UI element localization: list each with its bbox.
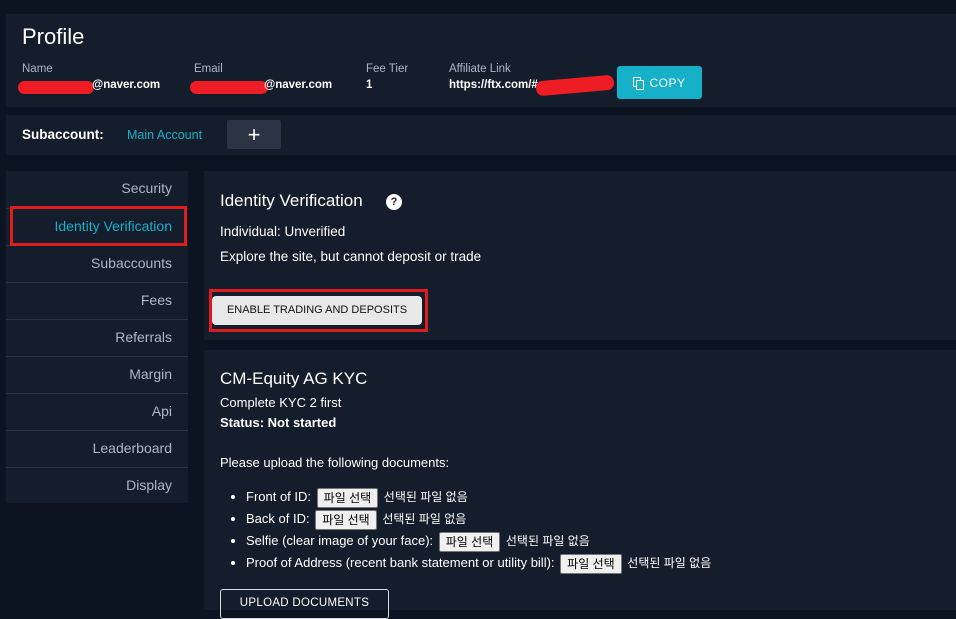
file-status: 선택된 파일 없음 — [383, 490, 468, 504]
identity-status: Individual: Unverified — [220, 224, 346, 239]
copy-button[interactable]: COPY — [617, 66, 702, 99]
affiliate-link-label: Affiliate Link — [449, 63, 511, 75]
document-list: Front of ID: 파일 선택 선택된 파일 없음 Back of ID:… — [230, 486, 711, 574]
affiliate-link-value: https://ftx.com/#a — [449, 79, 545, 91]
document-label: Back of ID: — [246, 511, 310, 526]
main-account-link[interactable]: Main Account — [127, 128, 202, 142]
kyc-title: CM-Equity AG KYC — [220, 369, 368, 388]
file-status: 선택된 파일 없음 — [627, 556, 712, 570]
list-item: Selfie (clear image of your face): 파일 선택… — [246, 530, 711, 552]
list-item: Front of ID: 파일 선택 선택된 파일 없음 — [246, 486, 711, 508]
kyc-status: Status: Not started — [220, 415, 337, 430]
email-value: @naver.com — [264, 79, 333, 91]
identity-title: Identity Verification — [220, 191, 363, 210]
help-icon[interactable]: ? — [386, 194, 402, 210]
profile-card: Profile Name @naver.com Email @naver.com… — [6, 14, 956, 107]
front-id-file-button[interactable]: 파일 선택 — [316, 487, 379, 508]
sidebar-item-display[interactable]: Display — [6, 467, 188, 503]
subaccount-label: Subaccount: — [22, 127, 104, 142]
kyc-card: CM-Equity AG KYC Complete KYC 2 first St… — [204, 350, 956, 619]
copy-label: COPY — [649, 75, 686, 90]
sidebar-item-subaccounts[interactable]: Subaccounts — [6, 245, 188, 281]
name-label: Name — [22, 63, 53, 75]
sidebar-item-referrals[interactable]: Referrals — [6, 319, 188, 355]
enable-trading-deposits-button[interactable]: ENABLE TRADING AND DEPOSITS — [212, 296, 422, 325]
sidebar-item-security[interactable]: Security — [6, 171, 188, 207]
name-redaction — [18, 81, 94, 94]
copy-icon — [633, 77, 645, 90]
kyc-subtitle: Complete KYC 2 first — [220, 395, 342, 410]
sidebar-item-fees[interactable]: Fees — [6, 282, 188, 318]
selfie-file-button[interactable]: 파일 선택 — [438, 531, 501, 552]
name-value: @naver.com — [92, 79, 161, 91]
file-status: 선택된 파일 없음 — [382, 512, 467, 526]
sidebar: Security Identity Verification Subaccoun… — [6, 171, 188, 503]
proof-address-file-button[interactable]: 파일 선택 — [560, 553, 622, 574]
fee-tier-value: 1 — [366, 79, 373, 91]
file-status: 선택된 파일 없음 — [505, 534, 590, 548]
list-item: Proof of Address (recent bank statement … — [246, 552, 711, 574]
page-title: Profile — [22, 24, 85, 49]
document-label: Front of ID: — [246, 489, 312, 504]
kyc-instructions: Please upload the following documents: — [220, 455, 450, 470]
sidebar-item-api[interactable]: Api — [6, 393, 188, 429]
fee-tier-label: Fee Tier — [366, 63, 409, 75]
list-item: Back of ID: 파일 선택 선택된 파일 없음 — [246, 508, 711, 530]
email-label: Email — [194, 63, 223, 75]
sidebar-item-margin[interactable]: Margin — [6, 356, 188, 392]
back-id-file-button[interactable]: 파일 선택 — [315, 509, 377, 530]
subaccount-bar: Subaccount: Main Account + — [6, 115, 956, 155]
sidebar-item-identity-verification[interactable]: Identity Verification — [6, 208, 188, 244]
document-label: Proof of Address (recent bank statement … — [246, 555, 555, 570]
identity-description: Explore the site, but cannot deposit or … — [220, 249, 482, 264]
sidebar-item-leaderboard[interactable]: Leaderboard — [6, 430, 188, 466]
add-subaccount-button[interactable]: + — [227, 120, 281, 149]
upload-documents-button[interactable]: UPLOAD DOCUMENTS — [220, 589, 389, 619]
email-redaction — [190, 81, 268, 94]
document-label: Selfie (clear image of your face): — [246, 533, 434, 548]
affiliate-redaction — [535, 74, 615, 97]
